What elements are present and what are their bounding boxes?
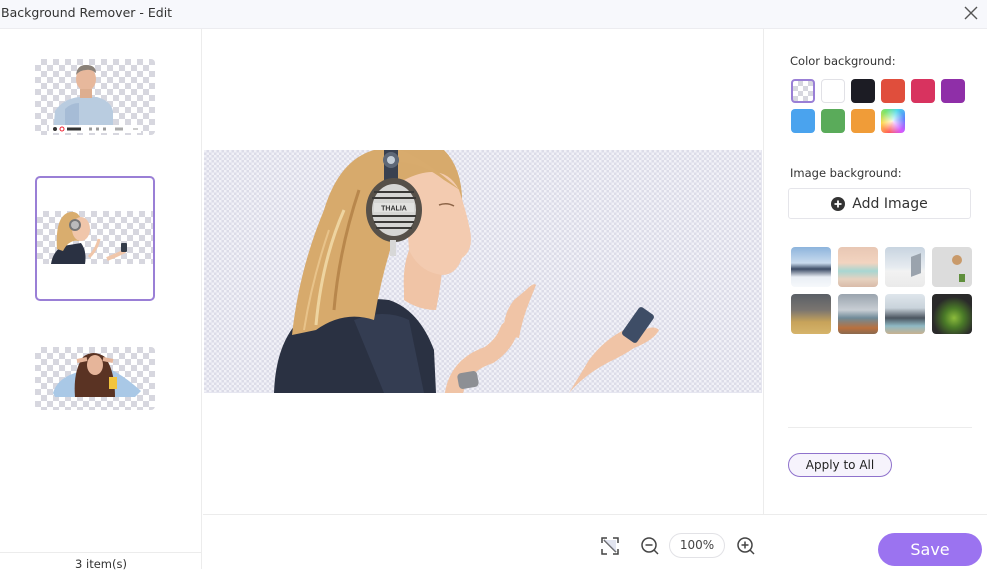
image-thumbnail-3[interactable] xyxy=(35,347,155,410)
bottom-toolbar: 100% Save xyxy=(203,514,987,569)
plant-detail xyxy=(959,274,965,282)
close-icon[interactable] xyxy=(962,4,980,22)
plus-circle-icon xyxy=(831,196,846,211)
bg-image-office-workspace[interactable] xyxy=(885,294,925,334)
color-background-label: Color background: xyxy=(790,54,896,68)
panel-divider xyxy=(788,427,972,428)
preview-canvas: THALIA xyxy=(203,29,763,514)
bg-image-office-lounge[interactable] xyxy=(838,294,878,334)
image-list-sidebar: 3 item(s) xyxy=(0,29,202,571)
wall-clock-detail xyxy=(952,255,962,265)
bg-image-sunset-beach[interactable] xyxy=(838,247,878,287)
woman-curly-hair-cutout-image xyxy=(53,353,141,397)
man-cutout-image xyxy=(49,65,141,135)
apply-to-all-button[interactable]: Apply to All xyxy=(788,453,892,477)
bg-image-plant-shelf-dark[interactable] xyxy=(932,294,972,334)
fit-to-screen-icon[interactable] xyxy=(599,535,621,557)
preview-image[interactable]: THALIA xyxy=(204,150,762,393)
woman-headphones-cutout-image xyxy=(51,211,127,264)
save-button[interactable]: Save xyxy=(878,533,982,566)
color-swatch-black[interactable] xyxy=(851,79,875,103)
headphone-brand-text: THALIA xyxy=(381,206,407,213)
image-thumbnail-2[interactable] xyxy=(35,176,155,301)
color-picker-glow xyxy=(881,109,905,133)
image-thumbnail-1[interactable] xyxy=(35,59,155,135)
background-options-panel: Color background: Image background: Add … xyxy=(763,29,987,514)
window-title: Background Remover - Edit xyxy=(1,5,173,20)
bg-image-white-wall-plant[interactable] xyxy=(932,247,972,287)
color-swatch-blue[interactable] xyxy=(791,109,815,133)
zoom-level-display: 100% xyxy=(669,533,725,558)
zoom-in-icon[interactable] xyxy=(735,535,757,557)
title-bar: Background Remover - Edit xyxy=(0,0,987,29)
terrace-detail xyxy=(911,253,921,277)
color-swatch-green[interactable] xyxy=(821,109,845,133)
color-swatch-pink[interactable] xyxy=(911,79,935,103)
item-count: 3 item(s) xyxy=(0,552,202,571)
bg-image-snowy-mountains[interactable] xyxy=(791,247,831,287)
woman-headphones-cutout: THALIA xyxy=(274,150,659,393)
add-image-label: Add Image xyxy=(852,195,928,212)
zoom-out-icon[interactable] xyxy=(639,535,661,557)
image-background-label: Image background: xyxy=(790,166,902,180)
color-swatch-red[interactable] xyxy=(881,79,905,103)
bg-image-white-terrace[interactable] xyxy=(885,247,925,287)
add-image-button[interactable]: Add Image xyxy=(788,188,971,219)
color-swatch-transparent[interactable] xyxy=(791,79,815,103)
color-swatch-custom-picker[interactable] xyxy=(881,109,905,133)
color-swatch-white[interactable] xyxy=(821,79,845,103)
bg-image-modern-lobby[interactable] xyxy=(791,294,831,334)
color-swatch-orange[interactable] xyxy=(851,109,875,133)
color-swatch-purple[interactable] xyxy=(941,79,965,103)
